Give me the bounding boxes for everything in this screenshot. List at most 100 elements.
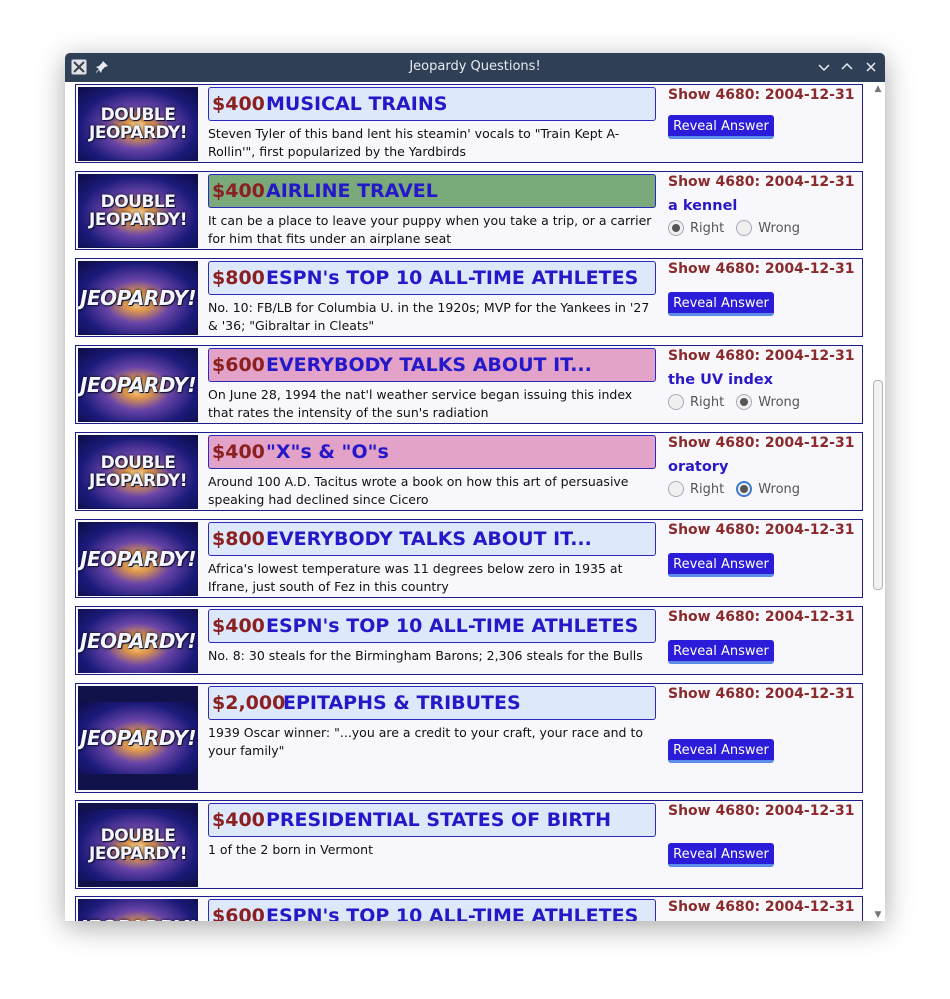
show-info: Show 4680: 2004-12-31 <box>668 435 855 451</box>
show-info: Show 4680: 2004-12-31 <box>668 348 855 364</box>
logo-text: DOUBLE JEOPARDY! <box>89 192 187 230</box>
question-card: JEOPARDY! $800 EVERYBODY TALKS ABOUT IT.… <box>75 519 863 598</box>
category-name: EVERYBODY TALKS ABOUT IT... <box>266 354 592 376</box>
clue-value: $800 <box>212 267 265 289</box>
jeopardy-logo-image: DOUBLE JEOPARDY! <box>78 174 198 248</box>
show-info: Show 4680: 2004-12-31 <box>668 87 855 103</box>
reveal-answer-button[interactable]: Reveal Answer <box>668 640 774 664</box>
category-name: PRESIDENTIAL STATES OF BIRTH <box>266 809 611 831</box>
scroll-down-icon[interactable]: ▼ <box>873 910 883 920</box>
show-info: Show 4680: 2004-12-31 <box>668 803 855 819</box>
logo-text: DOUBLE JEOPARDY! <box>89 105 187 143</box>
answer-text: the UV index <box>668 372 774 388</box>
category-header: $400 MUSICAL TRAINS <box>208 87 656 121</box>
logo-text: DOUBLE JEOPARDY! <box>89 826 187 864</box>
jeopardy-logo-image: DOUBLE JEOPARDY! <box>78 435 198 509</box>
clue-value: $400 <box>212 180 265 202</box>
jeopardy-logo-image: JEOPARDY! <box>78 686 198 790</box>
jeopardy-logo-image: DOUBLE JEOPARDY! <box>78 803 198 887</box>
reveal-answer-button[interactable]: Reveal Answer <box>668 739 774 763</box>
reveal-answer-button[interactable]: Reveal Answer <box>668 292 774 316</box>
category-header: $2,000 EPITAPHS & TRIBUTES <box>208 686 656 720</box>
app-window: Jeopardy Questions! DOUBLE JEOPARDY! $400… <box>65 53 885 921</box>
clue-text: It can be a place to leave your puppy wh… <box>208 213 652 246</box>
show-info: Show 4680: 2004-12-31 <box>668 686 855 702</box>
question-card: DOUBLE JEOPARDY! $400 MUSICAL TRAINS Stev… <box>75 84 863 163</box>
reveal-answer-button[interactable]: Reveal Answer <box>668 843 774 867</box>
show-info: Show 4680: 2004-12-31 <box>668 522 855 538</box>
question-card: DOUBLE JEOPARDY! $400 PRESIDENTIAL STATES… <box>75 800 863 889</box>
right-label[interactable]: Right <box>690 221 724 236</box>
show-info: Show 4680: 2004-12-31 <box>668 174 855 190</box>
window-title: Jeopardy Questions! <box>409 59 541 74</box>
logo-text: JEOPARDY! <box>80 547 196 571</box>
question-card: JEOPARDY! $800 ESPN's TOP 10 ALL-TIME AT… <box>75 258 863 337</box>
clue-text: 1 of the 2 born in Vermont <box>208 842 373 857</box>
clue-text: 1939 Oscar winner: "...you are a credit … <box>208 725 644 758</box>
answer-text: oratory <box>668 459 729 475</box>
category-name: ESPN's TOP 10 ALL-TIME ATHLETES <box>266 905 639 921</box>
title-bar: Jeopardy Questions! <box>65 53 885 82</box>
clue-value: $2,000 <box>212 692 286 714</box>
right-radio[interactable] <box>668 394 684 410</box>
category-name: EPITAPHS & TRIBUTES <box>283 692 521 714</box>
question-card: JEOPARDY! $600 EVERYBODY TALKS ABOUT IT.… <box>75 345 863 424</box>
clue-value: $800 <box>212 528 265 550</box>
maximize-icon[interactable] <box>838 58 856 76</box>
question-card: DOUBLE JEOPARDY! $400 "X"s & "O"s Around … <box>75 432 863 511</box>
category-header: $400 AIRLINE TRAVEL <box>208 174 656 208</box>
answer-text: a kennel <box>668 198 738 214</box>
scrollbar-thumb[interactable] <box>873 380 883 590</box>
clue-text: On June 28, 1994 the nat'l weather servi… <box>208 387 633 420</box>
clue-value: $400 <box>212 93 265 115</box>
clue-text: No. 10: FB/LB for Columbia U. in the 192… <box>208 300 650 333</box>
question-card: JEOPARDY! $400 ESPN's TOP 10 ALL-TIME AT… <box>75 606 863 675</box>
wrong-radio[interactable] <box>736 394 753 410</box>
logo-text: JEOPARDY! <box>80 286 196 310</box>
right-label[interactable]: Right <box>690 395 724 410</box>
category-header: $600 EVERYBODY TALKS ABOUT IT... <box>208 348 656 382</box>
clue-text: No. 8: 30 steals for the Birmingham Baro… <box>208 648 643 663</box>
jeopardy-logo-image: JEOPARDY! <box>78 348 198 422</box>
logo-text: JEOPARDY! <box>80 373 196 397</box>
logo-text: DOUBLE JEOPARDY! <box>89 453 187 491</box>
minimize-icon[interactable] <box>815 58 833 76</box>
wrong-radio[interactable] <box>736 220 753 236</box>
question-card: JEOPARDY! $2,000 EPITAPHS & TRIBUTES 193… <box>75 683 863 793</box>
clue-value: $400 <box>212 615 265 637</box>
category-header: $800 EVERYBODY TALKS ABOUT IT... <box>208 522 656 556</box>
reveal-answer-button[interactable]: Reveal Answer <box>668 115 774 139</box>
right-label[interactable]: Right <box>690 482 724 497</box>
show-info: Show 4680: 2004-12-31 <box>668 261 855 277</box>
category-header: $400 PRESIDENTIAL STATES OF BIRTH <box>208 803 656 837</box>
logo-text: JEOPARDY! <box>80 629 196 653</box>
wrong-label[interactable]: Wrong <box>758 395 800 410</box>
clue-text: Africa's lowest temperature was 11 degre… <box>208 561 623 594</box>
clue-text: Around 100 A.D. Tacitus wrote a book on … <box>208 474 629 507</box>
logo-text: JEOPARDY! <box>80 726 196 750</box>
question-card: DOUBLE JEOPARDY! $400 AIRLINE TRAVEL It c… <box>75 171 863 250</box>
category-name: AIRLINE TRAVEL <box>266 180 438 202</box>
wrong-radio[interactable] <box>736 481 753 497</box>
question-list[interactable]: DOUBLE JEOPARDY! $400 MUSICAL TRAINS Stev… <box>65 82 885 921</box>
right-radio[interactable] <box>668 481 684 497</box>
clue-text: Steven Tyler of this band lent his steam… <box>208 126 620 159</box>
clue-value: $400 <box>212 809 265 831</box>
wrong-label[interactable]: Wrong <box>758 482 800 497</box>
jeopardy-logo-image: JEOPARDY! <box>78 522 198 596</box>
wrong-label[interactable]: Wrong <box>758 221 800 236</box>
clue-value: $600 <box>212 905 265 921</box>
category-name: EVERYBODY TALKS ABOUT IT... <box>266 528 592 550</box>
right-radio[interactable] <box>668 220 684 236</box>
category-name: "X"s & "O"s <box>266 441 389 463</box>
reveal-answer-button[interactable]: Reveal Answer <box>668 553 774 577</box>
scroll-up-icon[interactable]: ▲ <box>873 84 883 94</box>
category-header: $400 ESPN's TOP 10 ALL-TIME ATHLETES <box>208 609 656 643</box>
category-header: $800 ESPN's TOP 10 ALL-TIME ATHLETES <box>208 261 656 295</box>
close-icon[interactable] <box>862 58 880 76</box>
jeopardy-logo-image: JEOPARDY! <box>78 261 198 335</box>
clue-value: $400 <box>212 441 265 463</box>
question-card: JEOPARDY! $600 ESPN's TOP 10 ALL-TIME AT… <box>75 896 863 921</box>
grade-radio-group: Right Wrong <box>668 481 812 497</box>
grade-radio-group: Right Wrong <box>668 394 812 410</box>
